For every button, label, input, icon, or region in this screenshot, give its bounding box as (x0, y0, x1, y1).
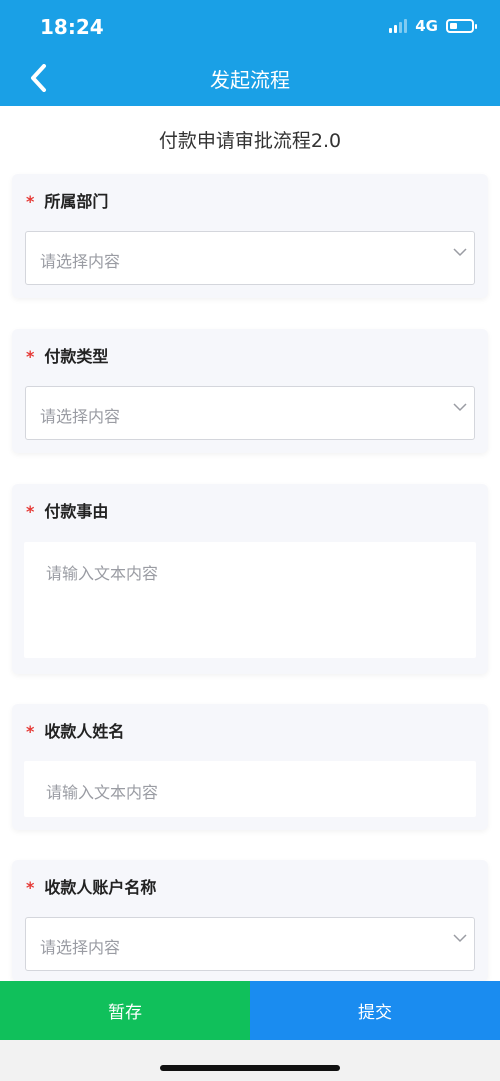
department-select[interactable]: 请选择内容 (25, 231, 475, 285)
signal-icon (389, 19, 408, 33)
required-mark: * (26, 502, 35, 521)
required-mark: * (26, 192, 35, 211)
payment-type-select[interactable]: 请选择内容 (25, 386, 475, 440)
field-label-text: 收款人账户名称 (44, 878, 157, 897)
field-card-payee-name: * 收款人姓名 请输入文本内容 (12, 704, 488, 830)
select-placeholder: 请选择内容 (40, 252, 121, 271)
action-bar: 暂存 提交 (0, 981, 500, 1040)
home-area (0, 1040, 500, 1081)
chevron-down-icon (453, 248, 467, 257)
field-label: * 付款类型 (26, 343, 108, 367)
payment-reason-textarea[interactable]: 请输入文本内容 (24, 542, 476, 658)
chevron-down-icon (453, 934, 467, 943)
field-card-department: * 所属部门 请选择内容 (12, 174, 488, 298)
page-title: 发起流程 (210, 68, 290, 92)
network-type: 4G (415, 17, 438, 35)
select-placeholder: 请选择内容 (40, 938, 121, 957)
chevron-down-icon (453, 403, 467, 412)
status-indicators: 4G (389, 17, 477, 35)
payee-name-input[interactable]: 请输入文本内容 (24, 761, 476, 817)
field-label-text: 付款事由 (44, 502, 109, 521)
field-label: * 所属部门 (26, 188, 108, 212)
submit-button[interactable]: 提交 (250, 981, 500, 1040)
required-mark: * (26, 347, 35, 366)
field-card-payment-type: * 付款类型 请选择内容 (12, 329, 488, 453)
textarea-placeholder: 请输入文本内容 (46, 564, 159, 583)
field-label: * 付款事由 (26, 498, 108, 522)
battery-icon (446, 19, 477, 33)
home-indicator[interactable] (160, 1065, 340, 1071)
required-mark: * (26, 722, 35, 741)
input-placeholder: 请输入文本内容 (46, 783, 159, 802)
field-label-text: 付款类型 (44, 347, 109, 366)
save-draft-button[interactable]: 暂存 (0, 981, 250, 1040)
form-title: 付款申请审批流程2.0 (158, 130, 342, 152)
payee-account-select[interactable]: 请选择内容 (25, 917, 475, 971)
field-card-payment-reason: * 付款事由 请输入文本内容 (12, 484, 488, 674)
field-card-payee-account: * 收款人账户名称 请选择内容 (12, 860, 488, 981)
field-label: * 收款人姓名 (26, 718, 124, 742)
header-bar: 18:24 4G 发起流程 (0, 0, 500, 106)
field-label-text: 收款人姓名 (44, 722, 125, 741)
select-placeholder: 请选择内容 (40, 407, 121, 426)
required-mark: * (26, 878, 35, 897)
field-label-text: 所属部门 (44, 192, 109, 211)
status-time: 18:24 (40, 15, 104, 39)
field-label: * 收款人账户名称 (26, 874, 156, 898)
